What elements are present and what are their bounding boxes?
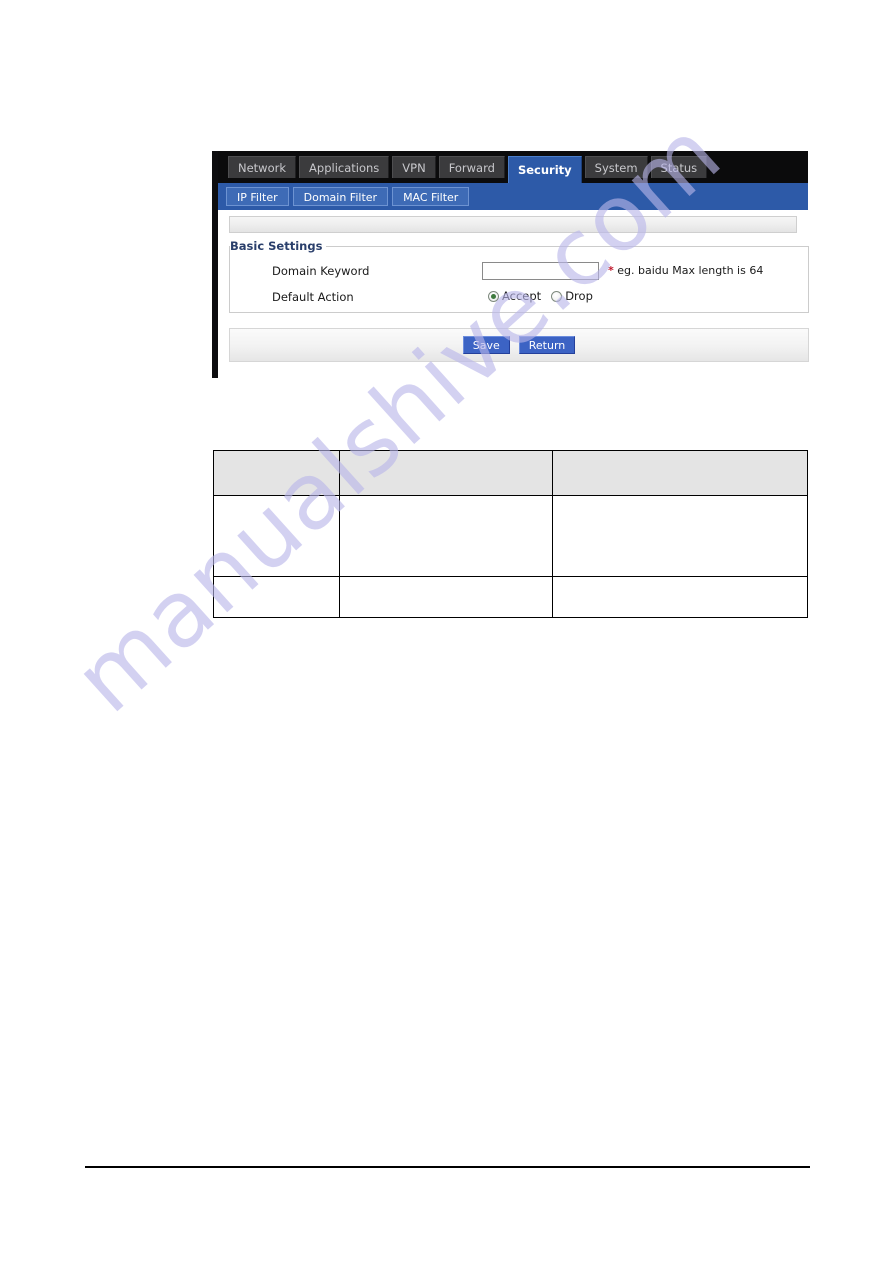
domain-keyword-hint: * eg. baidu Max length is 64 xyxy=(608,264,763,277)
content-area: Basic Settings Domain Keyword * eg. baid… xyxy=(218,210,809,378)
table-cell xyxy=(212,495,341,577)
parameter-description-table xyxy=(212,450,809,618)
table-cell xyxy=(551,495,809,577)
radio-accept-label: Accept xyxy=(502,289,542,303)
secondary-nav-tablist: IP Filter Domain Filter MAC Filter xyxy=(226,187,470,206)
tab-vpn[interactable]: VPN xyxy=(392,156,436,178)
table-header-cell-3 xyxy=(551,450,809,496)
radio-option-accept[interactable]: Accept xyxy=(488,289,541,303)
domain-keyword-input[interactable] xyxy=(482,262,599,280)
table-cell xyxy=(212,576,341,618)
page-title-bar xyxy=(229,216,797,233)
radio-drop-label: Drop xyxy=(565,289,593,303)
return-button[interactable]: Return xyxy=(518,336,576,354)
radio-drop-icon[interactable] xyxy=(551,290,563,302)
table-header-row xyxy=(212,450,809,496)
table-header-cell-2 xyxy=(339,450,553,496)
router-admin-screenshot: Network Applications VPN Forward Securit… xyxy=(212,151,809,378)
subtab-ip-filter[interactable]: IP Filter xyxy=(226,187,289,206)
form-row-domain-keyword: Domain Keyword * eg. baidu Max length is… xyxy=(230,262,808,284)
default-action-radio-group: Accept Drop xyxy=(488,289,599,303)
domain-keyword-label: Domain Keyword xyxy=(272,264,370,278)
manual-page: { "page": { "watermark": "manualshive.co… xyxy=(0,0,893,1263)
table-cell xyxy=(339,576,553,618)
primary-nav-tablist: Network Applications VPN Forward Securit… xyxy=(228,156,708,183)
subtab-domain-filter[interactable]: Domain Filter xyxy=(292,187,389,206)
tab-forward[interactable]: Forward xyxy=(438,156,505,178)
footer-divider xyxy=(85,1166,810,1168)
table-cell xyxy=(551,576,809,618)
tab-security[interactable]: Security xyxy=(507,156,582,183)
table-header-cell-1 xyxy=(212,450,341,496)
tab-network[interactable]: Network xyxy=(228,156,297,178)
save-button[interactable]: Save xyxy=(462,336,510,354)
primary-navbar: Network Applications VPN Forward Securit… xyxy=(218,151,808,183)
tab-status[interactable]: Status xyxy=(650,156,708,178)
table-cell xyxy=(339,495,553,577)
basic-settings-legend: Basic Settings xyxy=(230,239,327,253)
radio-option-drop[interactable]: Drop xyxy=(551,289,593,303)
basic-settings-fieldset: Basic Settings Domain Keyword * eg. baid… xyxy=(229,239,809,313)
tab-applications[interactable]: Applications xyxy=(299,156,390,178)
default-action-label: Default Action xyxy=(272,290,354,304)
secondary-navbar: IP Filter Domain Filter MAC Filter xyxy=(218,183,808,210)
table-row xyxy=(212,495,809,577)
radio-accept-icon[interactable] xyxy=(488,290,499,302)
action-button-bar: Save Return xyxy=(229,328,809,362)
hint-text: eg. baidu Max length is 64 xyxy=(613,264,764,277)
subtab-mac-filter[interactable]: MAC Filter xyxy=(392,187,470,206)
tab-system[interactable]: System xyxy=(584,156,648,178)
table-row xyxy=(212,576,809,618)
form-row-default-action: Default Action Accept Drop xyxy=(230,288,808,310)
action-button-group: Save Return xyxy=(230,336,808,354)
